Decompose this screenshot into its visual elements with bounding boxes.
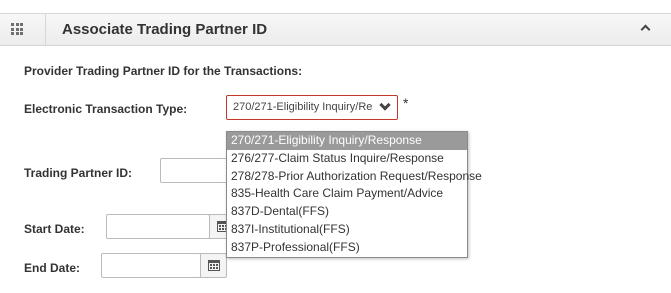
start-date-input[interactable]: [106, 214, 210, 239]
chevron-down-icon: [379, 99, 391, 111]
end-date-label: End Date:: [24, 261, 81, 275]
dropdown-option[interactable]: 837P-Professional(FFS): [227, 239, 467, 257]
end-date-calendar-button[interactable]: [200, 253, 227, 278]
transaction-type-value: 270/271-Eligibility Inquiry/Response: [233, 101, 373, 113]
dropdown-option[interactable]: 270/271-Eligibility Inquiry/Response: [227, 132, 467, 150]
dropdown-option[interactable]: 835-Health Care Claim Payment/Advice: [227, 185, 467, 203]
transaction-type-label: Electronic Transaction Type:: [24, 102, 188, 116]
end-date-input[interactable]: [101, 253, 201, 278]
panel-header: Associate Trading Partner ID: [0, 13, 671, 46]
panel-title: Associate Trading Partner ID: [62, 21, 268, 38]
required-indicator: *: [403, 95, 409, 111]
dropdown-option[interactable]: 276/277-Claim Status Inquire/Response: [227, 150, 467, 168]
calendar-icon: [208, 260, 220, 271]
dropdown-option[interactable]: 837I-Institutional(FFS): [227, 221, 467, 239]
chevron-up-icon[interactable]: [640, 24, 651, 35]
grid-menu-button[interactable]: [0, 14, 46, 45]
start-date-label: Start Date:: [24, 222, 85, 236]
transaction-type-dropdown: 270/271-Eligibility Inquiry/Response 276…: [226, 131, 482, 258]
section-label: Provider Trading Partner ID for the Tran…: [24, 64, 303, 78]
dropdown-option[interactable]: 278/278-Prior Authorization Request/Resp…: [227, 168, 482, 186]
transaction-type-select[interactable]: 270/271-Eligibility Inquiry/Response: [226, 95, 398, 120]
dropdown-option[interactable]: 837D-Dental(FFS): [227, 203, 467, 221]
grid-icon: [11, 23, 23, 35]
trading-partner-id-label: Trading Partner ID:: [24, 166, 133, 180]
trading-partner-id-input[interactable]: [160, 158, 230, 183]
